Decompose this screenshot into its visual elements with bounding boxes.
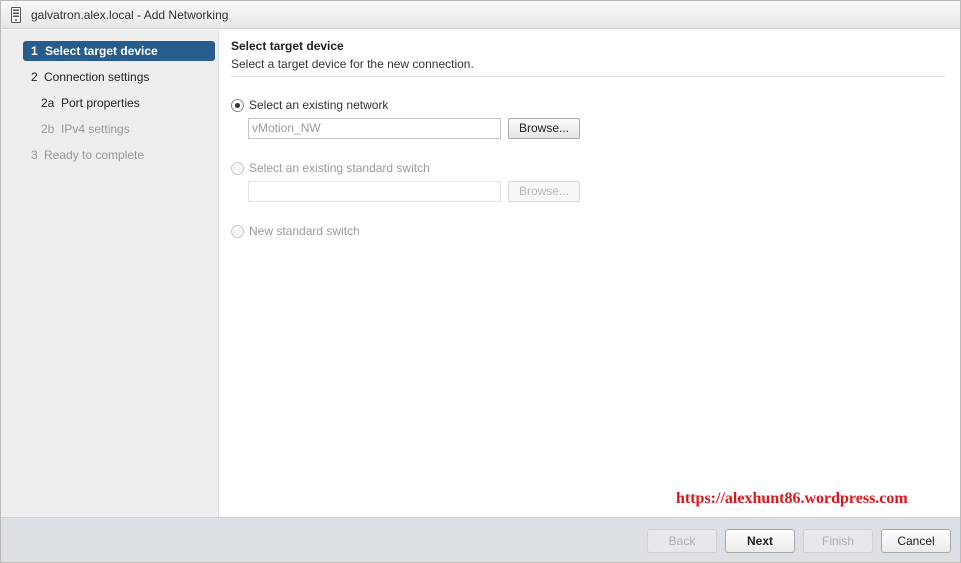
page-title: Select target device bbox=[231, 39, 344, 53]
page-subtitle: Select a target device for the new conne… bbox=[231, 57, 474, 71]
new-switch-radio[interactable] bbox=[231, 224, 244, 238]
wizard-content: Select target device Select a target dev… bbox=[220, 30, 960, 517]
new-switch-label: New standard switch bbox=[249, 224, 360, 238]
step-label: Select target device bbox=[45, 44, 158, 58]
browse-network-button[interactable]: Browse... bbox=[508, 118, 580, 139]
existing-switch-field bbox=[248, 181, 501, 202]
finish-button: Finish bbox=[803, 529, 873, 553]
step-select-target-device[interactable]: 1 Select target device bbox=[23, 41, 215, 61]
server-icon bbox=[11, 7, 21, 23]
existing-switch-label: Select an existing standard switch bbox=[249, 161, 430, 175]
step-ready-to-complete: 3 Ready to complete bbox=[31, 145, 144, 165]
add-networking-dialog: galvatron.alex.local - Add Networking 1S… bbox=[0, 0, 961, 563]
existing-switch-radio[interactable] bbox=[231, 161, 244, 175]
existing-network-label: Select an existing network bbox=[249, 98, 389, 112]
step-label: Connection settings bbox=[44, 70, 150, 84]
step-number: 2a bbox=[41, 96, 55, 110]
step-ipv4-settings: 2b IPv4 settings bbox=[41, 119, 130, 139]
step-port-properties[interactable]: 2a Port properties bbox=[41, 93, 140, 113]
watermark-url: https://alexhunt86.wordpress.com bbox=[676, 490, 908, 507]
step-connection-settings[interactable]: 2 Connection settings bbox=[31, 67, 149, 87]
option-new-standard-switch[interactable]: New standard switch bbox=[231, 223, 360, 239]
cancel-button[interactable]: Cancel bbox=[881, 529, 951, 553]
step-label: Port properties bbox=[61, 96, 140, 110]
next-button[interactable]: Next bbox=[725, 529, 795, 553]
title-bar: galvatron.alex.local - Add Networking bbox=[1, 1, 960, 29]
existing-network-radio[interactable] bbox=[231, 98, 244, 112]
step-label: IPv4 settings bbox=[61, 122, 130, 136]
step-number: 2 bbox=[31, 70, 38, 84]
divider bbox=[231, 76, 945, 77]
option-existing-network[interactable]: Select an existing network bbox=[231, 97, 388, 113]
step-number: 2b bbox=[41, 122, 55, 136]
wizard-footer: Back Next Finish Cancel bbox=[1, 517, 960, 562]
browse-switch-button: Browse... bbox=[508, 181, 580, 202]
wizard-steps-sidebar: 1 Select target device 2 Connection settin… bbox=[1, 30, 219, 517]
step-number: 1 bbox=[31, 44, 38, 58]
back-button: Back bbox=[647, 529, 717, 553]
window-title: galvatron.alex.local - Add Networking bbox=[31, 8, 229, 22]
option-existing-standard-switch[interactable]: Select an existing standard switch bbox=[231, 160, 430, 176]
step-number: 3 bbox=[31, 148, 38, 162]
step-label: Ready to complete bbox=[44, 148, 145, 162]
existing-network-field[interactable]: vMotion_NW bbox=[248, 118, 501, 139]
